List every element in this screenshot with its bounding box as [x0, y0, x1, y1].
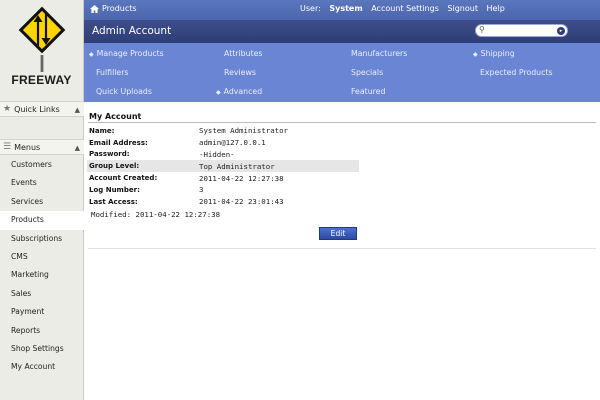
top-bar: Products User: System Account Settings S…	[84, 0, 600, 20]
detail-label: Group Level:	[89, 162, 140, 171]
menu-item-subscriptions[interactable]: Subscriptions	[0, 230, 84, 248]
divider	[88, 122, 596, 123]
detail-label: Last Access:	[89, 197, 138, 206]
modified-timestamp: Modified: 2011-04-22 12:27:38	[91, 210, 221, 219]
nav-featured[interactable]: Featured	[351, 87, 385, 96]
detail-label: Email Address:	[89, 138, 148, 147]
nav-reviews[interactable]: Reviews	[224, 68, 256, 77]
nav-shipping-label: Shipping	[480, 49, 515, 58]
brand-name: FREEWAY	[11, 73, 72, 87]
user-bar: User: System Account Settings Signout He…	[300, 4, 511, 13]
nav-attributes[interactable]: Attributes	[224, 49, 263, 58]
menus-label: Menus	[14, 142, 41, 152]
user-prefix: User:	[300, 4, 321, 13]
sidebar: FREEWAY ★ Quick Links ▲ ☰ Menus ▲ Custom…	[0, 0, 84, 400]
menu-item-customers[interactable]: Customers	[0, 156, 84, 174]
freeway-logo[interactable]: FREEWAY	[0, 0, 83, 96]
nav-specials[interactable]: Specials	[351, 68, 383, 77]
home-icon	[90, 4, 99, 13]
home-label: Products	[102, 4, 137, 13]
menu-item-reports[interactable]: Reports	[0, 322, 84, 340]
detail-label: Name:	[89, 126, 115, 135]
signout-link[interactable]: Signout	[447, 4, 478, 13]
nav-shipping[interactable]: ◆ Shipping	[473, 49, 515, 58]
search-icon: ⚲	[479, 25, 485, 34]
nav-fulfillers[interactable]: Fulfillers	[96, 68, 128, 77]
nav-quick-uploads[interactable]: Quick Uploads	[96, 87, 152, 96]
detail-row-email: Email Address: admin@127.0.0.1	[87, 137, 359, 149]
page-title: Admin Account	[92, 25, 172, 37]
nav-advanced[interactable]: ◆ Advanced	[216, 87, 262, 96]
detail-row-name: Name: System Administrator	[87, 125, 359, 137]
search-input[interactable]: ⚲ ▸	[475, 24, 568, 37]
menu-item-sales[interactable]: Sales	[0, 285, 84, 303]
bullet-icon: ◆	[89, 51, 94, 58]
user-name: System	[329, 4, 363, 13]
road-sign-icon	[18, 6, 65, 72]
detail-row-group-level: Group Level: Top Administrator	[87, 160, 359, 173]
chevron-up-icon: ▲	[74, 106, 80, 114]
account-settings-link[interactable]: Account Settings	[371, 4, 439, 13]
menu-item-payment[interactable]: Payment	[0, 303, 84, 321]
detail-value: -Hidden-	[199, 149, 235, 159]
menus-toggle[interactable]: ☰ Menus ▲	[0, 139, 84, 155]
detail-value: Top Administrator	[199, 161, 275, 171]
bullet-icon: ◆	[473, 51, 478, 58]
account-details: Name: System Administrator Email Address…	[87, 125, 359, 208]
divider	[88, 248, 596, 249]
menu-item-services[interactable]: Services	[0, 193, 84, 211]
menu-item-events[interactable]: Events	[0, 174, 84, 192]
main-content: My Account Name: System Administrator Em…	[84, 102, 600, 400]
nav-manufacturers[interactable]: Manufacturers	[351, 49, 407, 58]
detail-value: admin@127.0.0.1	[199, 138, 266, 148]
nav-manage-products[interactable]: ◆ Manage Products	[89, 49, 164, 58]
menu-item-products[interactable]: Products	[0, 211, 84, 230]
nav-advanced-label: Advanced	[223, 87, 263, 96]
search-go-icon[interactable]: ▸	[557, 27, 565, 35]
help-link[interactable]: Help	[487, 4, 505, 13]
detail-row-password: Password: -Hidden-	[87, 149, 359, 161]
menu-item-my-account[interactable]: My Account	[0, 358, 84, 376]
nav-manage-products-label: Manage Products	[96, 49, 164, 58]
quick-links-toggle[interactable]: ★ Quick Links ▲	[0, 101, 84, 117]
nav-expected-products[interactable]: Expected Products	[480, 68, 553, 77]
detail-value: 2011-04-22 23:01:43	[199, 197, 284, 207]
detail-row-log-number: Log Number: 3	[87, 184, 359, 196]
detail-label: Account Created:	[89, 174, 158, 183]
quick-links-label: Quick Links	[14, 104, 60, 114]
product-nav-panel: ◆ Manage Products Attributes Manufacturer…	[84, 43, 600, 102]
title-bar: Admin Account ⚲ ▸	[84, 20, 600, 43]
detail-value: 2011-04-22 12:27:38	[199, 173, 284, 183]
detail-value: System Administrator	[199, 126, 288, 136]
edit-button[interactable]: Edit	[319, 227, 357, 240]
detail-label: Log Number:	[89, 185, 140, 194]
detail-row-last-access: Last Access: 2011-04-22 23:01:43	[87, 196, 359, 208]
section-title: My Account	[89, 112, 142, 121]
list-icon: ☰	[3, 142, 12, 152]
menu-item-cms[interactable]: CMS	[0, 248, 84, 266]
home-link[interactable]: Products	[90, 4, 137, 13]
detail-value: 3	[199, 185, 204, 195]
detail-label: Password:	[89, 150, 130, 159]
menu-list: Customers Events Services Products Subsc…	[0, 156, 84, 377]
chevron-up-icon: ▲	[74, 144, 80, 152]
bullet-icon: ◆	[216, 89, 221, 96]
star-icon: ★	[3, 104, 12, 114]
menu-item-marketing[interactable]: Marketing	[0, 266, 84, 284]
menu-item-shop-settings[interactable]: Shop Settings	[0, 340, 84, 358]
detail-row-account-created: Account Created: 2011-04-22 12:27:38	[87, 172, 359, 184]
